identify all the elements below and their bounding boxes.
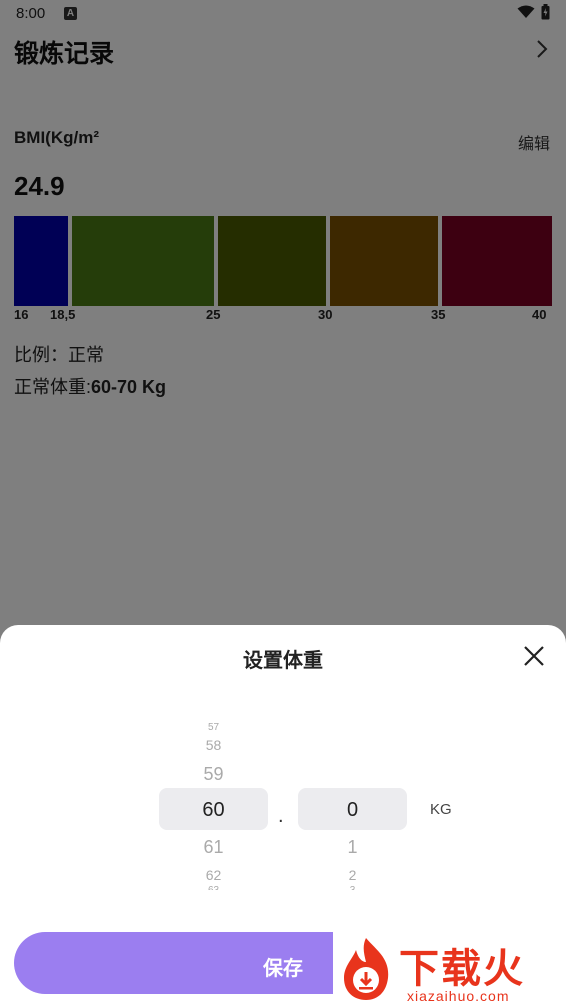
unit-label: KG — [430, 801, 452, 818]
picker-item: 58 — [205, 737, 222, 753]
picker-item: 2 — [348, 867, 357, 883]
integer-picker[interactable]: 57 58 59 60 61 62 63 — [159, 625, 268, 905]
picker-item: 63 — [159, 885, 268, 890]
picker-item: 59 — [203, 764, 224, 784]
picker-selected-value: 60 — [202, 799, 225, 821]
picker-item: 61 — [203, 837, 224, 857]
close-icon[interactable] — [522, 644, 546, 668]
sheet-title: 设置体重 — [243, 650, 323, 672]
watermark-logo: 下载火 xiazaihuo.com — [333, 930, 566, 1008]
picker-selected-value: 0 — [346, 799, 359, 821]
picker-item: 3 — [298, 885, 407, 890]
watermark-text: 下载火 — [399, 947, 525, 991]
picker-item: 1 — [347, 837, 358, 857]
watermark-url: xiazaihuo.com — [407, 988, 510, 1004]
picker-item: 62 — [205, 867, 222, 883]
picker-item: 57 — [207, 722, 220, 730]
flame-icon — [344, 938, 389, 1000]
decimal-picker[interactable]: 0 1 2 3 — [298, 625, 407, 905]
decimal-separator: . — [278, 805, 284, 827]
